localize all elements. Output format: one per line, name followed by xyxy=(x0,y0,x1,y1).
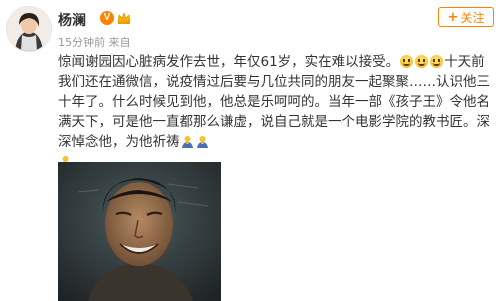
follow-button-label: 关注 xyxy=(460,10,485,25)
pray-emoji-icon xyxy=(181,136,193,148)
post-text-part1: 惊闻谢园因心脏病发作去世，年仅61岁，实在难以接受。 xyxy=(58,54,400,70)
post-meta: 15分钟前 来自 xyxy=(58,34,131,50)
username[interactable]: 杨澜 xyxy=(58,10,86,30)
portrait-image xyxy=(58,162,221,301)
crown-icon xyxy=(117,12,131,24)
follow-button[interactable]: + 关注 xyxy=(438,7,494,27)
verified-badge-icon: V xyxy=(100,11,114,25)
cry-emoji-icon xyxy=(430,55,444,68)
avatar-image xyxy=(7,7,51,51)
post-source: 来自 xyxy=(108,36,131,49)
cry-emoji-icon xyxy=(400,55,414,68)
post-text: 惊闻谢园因心脏病发作去世，年仅61岁，实在难以接受。 十天前我们还在通微信，说疫情… xyxy=(58,52,494,172)
cry-emoji-icon xyxy=(415,55,429,68)
plus-icon: + xyxy=(447,9,459,25)
post-photo[interactable] xyxy=(58,162,221,301)
avatar[interactable] xyxy=(6,6,52,52)
pray-emoji-icon xyxy=(196,136,208,148)
post-time[interactable]: 15分钟前 xyxy=(58,36,105,49)
